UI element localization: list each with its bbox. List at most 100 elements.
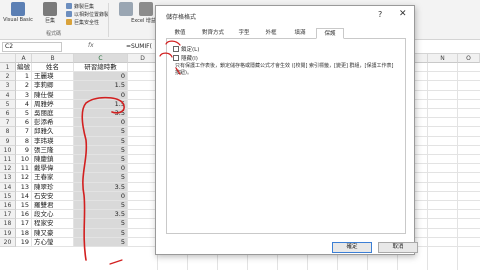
cell-id[interactable]: 5 [16,109,32,119]
cell-hours[interactable]: 3.5 [74,182,128,192]
cell-name[interactable]: 王春家 [32,173,74,183]
cell-id[interactable]: 19 [16,237,32,247]
cell-hours[interactable]: 3.5 [74,210,128,220]
header-cell-name[interactable]: 姓名 [32,63,74,73]
select-all-corner[interactable] [0,54,16,63]
tab-1[interactable]: 對齊方式 [196,28,230,39]
column-header-b[interactable]: B [32,54,74,63]
row-header[interactable]: 18 [0,219,16,229]
cell-id[interactable]: 2 [16,81,32,91]
cell-id[interactable]: 16 [16,210,32,220]
record-macro-button[interactable]: 錄製巨集 [66,3,94,10]
cell-hours[interactable]: 5 [74,145,128,155]
row-header[interactable]: 6 [0,109,16,119]
tab-2[interactable]: 字型 [232,28,256,39]
column-header-c[interactable]: C [74,54,128,63]
cell-id[interactable]: 3 [16,90,32,100]
cell-hours[interactable]: 0 [74,191,128,201]
close-button[interactable]: ✕ [399,9,407,19]
cell-name[interactable]: 吳丽庭 [32,109,74,119]
locked-checkbox[interactable]: 鎖定(L) [173,45,199,53]
cell-id[interactable]: 8 [16,136,32,146]
cell-hours[interactable]: 1.5 [74,99,128,109]
cell-id[interactable]: 12 [16,173,32,183]
cell-name[interactable]: 李玮瑛 [32,136,74,146]
cell-hours[interactable]: 5 [74,155,128,165]
cell-hours[interactable]: 3.5 [74,109,128,119]
row-header[interactable]: 7 [0,118,16,128]
cell-id[interactable]: 13 [16,182,32,192]
row-header[interactable]: 13 [0,173,16,183]
row-header[interactable]: 16 [0,201,16,211]
column-header-o[interactable]: O [458,54,480,63]
macro-security-button[interactable]: 巨集安全性 [66,19,99,26]
cell-id[interactable]: 11 [16,164,32,174]
row-header[interactable]: 4 [0,90,16,100]
cell-hours[interactable]: 0 [74,164,128,174]
cell-id[interactable]: 1 [16,72,32,82]
row-header[interactable]: 5 [0,99,16,109]
help-button[interactable]: ? [378,10,382,19]
cell-id[interactable]: 4 [16,99,32,109]
cell-id[interactable]: 17 [16,219,32,229]
cell-name[interactable]: 王麗瑛 [32,72,74,82]
row-header[interactable]: 15 [0,191,16,201]
hidden-checkbox-box[interactable] [173,55,179,61]
cell-name[interactable]: 石安安 [32,191,74,201]
cell-name[interactable]: 彭添希 [32,118,74,128]
tab-5[interactable]: 保護 [316,28,344,39]
visual-basic-button[interactable]: Visual Basic [2,2,34,23]
locked-checkbox-box[interactable] [173,46,179,52]
tab-4[interactable]: 填滿 [286,28,314,39]
cell-name[interactable]: 方心瑩 [32,237,74,247]
fx-icon[interactable]: fx [88,42,94,49]
name-box[interactable]: C2 [2,42,62,52]
tab-0[interactable]: 數值 [166,28,194,39]
cell-id[interactable]: 10 [16,155,32,165]
row-header[interactable]: 11 [0,155,16,165]
cell-name[interactable]: 陳又豪 [32,228,74,238]
cell-hours[interactable]: 0 [74,90,128,100]
cell-hours[interactable]: 1.5 [74,81,128,91]
row-header[interactable]: 14 [0,182,16,192]
cell-hours[interactable]: 5 [74,173,128,183]
cell-hours[interactable]: 0 [74,72,128,82]
row-header[interactable]: 8 [0,127,16,137]
cell-hours[interactable]: 5 [74,237,128,247]
cell-name[interactable]: 張三隆 [32,145,74,155]
cell-name[interactable]: 羅雙君 [32,201,74,211]
header-cell-hours[interactable]: 研習總時數 [74,63,128,73]
cell-hours[interactable]: 5 [74,201,128,211]
cell-id[interactable]: 9 [16,145,32,155]
relative-ref-button[interactable]: 以相對位置錄製 [66,11,109,18]
cell-name[interactable]: 邱雅久 [32,127,74,137]
macro-button[interactable]: 巨集 [34,2,66,24]
column-header-n[interactable]: N [428,54,458,63]
cell-name[interactable]: 程家安 [32,219,74,229]
cell-name[interactable]: 陳仕傑 [32,90,74,100]
cell-name[interactable]: 陳慶鎮 [32,155,74,165]
cell-name[interactable]: 陳翠珍 [32,182,74,192]
header-cell-id[interactable]: 編號 [16,63,32,73]
row-header[interactable]: 2 [0,72,16,82]
row-header[interactable]: 10 [0,145,16,155]
cell-id[interactable]: 15 [16,201,32,211]
formula-input[interactable]: =SUMIF( [126,41,152,53]
column-header-a[interactable]: A [16,54,32,63]
cell-name[interactable]: 李莉卿 [32,81,74,91]
ok-button[interactable]: 確定 [332,242,372,253]
tab-3[interactable]: 外框 [258,28,284,39]
hidden-checkbox[interactable]: 隱藏(I) [173,54,198,62]
cell-name[interactable]: 段文心 [32,210,74,220]
cell-id[interactable]: 14 [16,191,32,201]
cell-hours[interactable]: 5 [74,228,128,238]
cancel-button[interactable]: 取消 [378,242,418,253]
row-header[interactable]: 9 [0,136,16,146]
cell-name[interactable]: 周雅婷 [32,99,74,109]
cell-id[interactable]: 6 [16,118,32,128]
cell-hours[interactable]: 5 [74,127,128,137]
column-header-d[interactable]: D [128,54,158,63]
cell-id[interactable]: 7 [16,127,32,137]
cell-name[interactable]: 戴學偉 [32,164,74,174]
cell-hours[interactable]: 5 [74,219,128,229]
